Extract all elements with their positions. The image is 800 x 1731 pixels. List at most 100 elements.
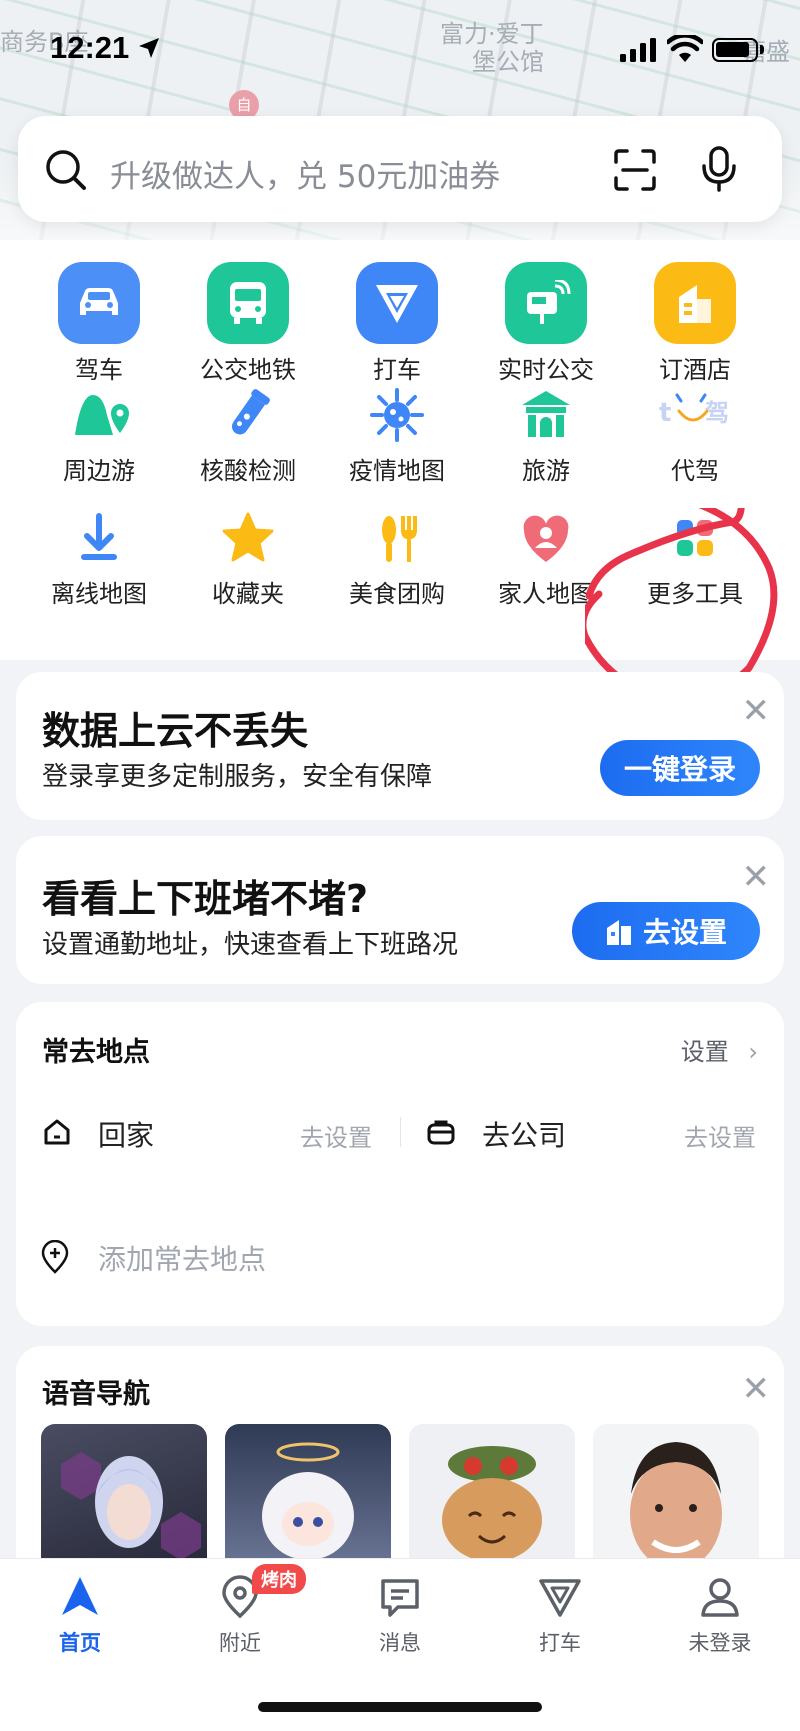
voice-avatar[interactable]	[41, 1424, 207, 1574]
grid-label: 代驾	[671, 457, 719, 485]
tab-profile[interactable]: 未登录	[660, 1575, 780, 1657]
battery-tip	[760, 45, 764, 54]
close-icon[interactable]: ✕	[742, 860, 771, 894]
test-tube-icon	[231, 389, 270, 435]
close-icon[interactable]: ✕	[742, 694, 771, 728]
settings-label: 设置	[680, 1038, 729, 1066]
home-indicator	[258, 1702, 542, 1712]
section-title: 语音导航	[42, 1379, 150, 1410]
home-icon	[44, 1119, 70, 1145]
tab-messages[interactable]: 消息	[340, 1575, 460, 1657]
add-location-icon	[41, 1240, 69, 1274]
grid-item-drive[interactable]: 驾车	[24, 262, 174, 385]
briefcase-icon	[427, 1120, 455, 1145]
realtime-bus-icon	[505, 262, 587, 344]
tab-label: 首页	[59, 1631, 101, 1655]
button-label: 去设置	[642, 916, 727, 949]
avatar-image	[630, 1442, 722, 1570]
microphone-icon[interactable]	[701, 146, 737, 192]
travel-icon	[522, 391, 570, 437]
favorites-settings-link[interactable]: 设置 ›	[681, 1032, 758, 1067]
scan-icon[interactable]	[613, 148, 657, 192]
grid-item-nearby-tour[interactable]: 周边游	[24, 385, 174, 486]
company-set-link[interactable]: 去设置	[684, 1118, 756, 1153]
grid-item-designated-driver[interactable]: t 驾 代驾	[620, 385, 770, 486]
grid-label: 疫情地图	[349, 457, 445, 485]
grid-item-travel[interactable]: 旅游	[471, 385, 621, 486]
frequent-places-card: 常去地点 设置 › 回家 去设置 去公司 去设置 添加常去地点	[16, 1002, 784, 1326]
grid-item-nucleic-test[interactable]: 核酸检测	[173, 385, 323, 486]
grid-item-bus-metro[interactable]: 公交地铁	[173, 262, 323, 385]
grid-label: 核酸检测	[200, 457, 296, 485]
card-title: 数据上云不丢失	[42, 709, 309, 753]
home-set-link[interactable]: 去设置	[300, 1118, 372, 1153]
nearby-tour-icon	[75, 395, 129, 435]
star-icon	[222, 512, 274, 562]
voice-avatar[interactable]	[409, 1424, 575, 1574]
grid-item-family-map[interactable]: 家人地图	[471, 508, 621, 609]
wifi-icon	[667, 35, 703, 62]
taxi-tab-icon	[539, 1579, 581, 1617]
user-icon	[701, 1578, 739, 1617]
grid-item-more-tools[interactable]: 更多工具	[620, 508, 770, 609]
grid-label: 美食团购	[349, 580, 445, 608]
company-label[interactable]: 去公司	[482, 1114, 566, 1154]
cloud-sync-card: 数据上云不丢失 登录享更多定制服务，安全有保障 ✕ 一键登录	[16, 672, 784, 820]
building-icon	[606, 920, 631, 945]
cellular-signal-icon	[620, 38, 656, 62]
download-icon	[81, 513, 117, 560]
go-settings-button[interactable]: 去设置	[572, 902, 760, 960]
one-click-login-button[interactable]: 一键登录	[600, 740, 760, 796]
svg-text:驾: 驾	[705, 399, 729, 427]
voice-avatar[interactable]	[225, 1424, 391, 1574]
status-bar: 12:21	[0, 0, 800, 100]
car-icon	[58, 262, 140, 344]
button-label: 一键登录	[623, 753, 736, 786]
battery-icon	[712, 38, 758, 62]
avatar-image	[262, 1442, 354, 1560]
card-title: 看看上下班堵不堵?	[42, 877, 369, 921]
grid-label: 更多工具	[647, 580, 743, 608]
avatar-image	[442, 1446, 542, 1562]
grid-item-hotel[interactable]: 订酒店	[620, 262, 770, 385]
grid-item-taxi[interactable]: 打车	[322, 262, 472, 385]
section-title: 常去地点	[42, 1037, 150, 1068]
grid-label: 公交地铁	[200, 356, 296, 384]
grid-item-offline-map[interactable]: 离线地图	[24, 508, 174, 609]
grid-label: 离线地图	[51, 580, 147, 608]
tab-label: 消息	[379, 1631, 421, 1655]
grid-label: 家人地图	[498, 580, 594, 608]
grid-label: 订酒店	[659, 356, 731, 384]
search-placeholder[interactable]: 升级做达人，兑 50元加油券	[110, 151, 500, 196]
divider	[400, 1117, 401, 1147]
taxi-icon	[356, 262, 438, 344]
search-bar[interactable]: 升级做达人，兑 50元加油券	[18, 116, 782, 222]
grid-label: 收藏夹	[212, 580, 284, 608]
chevron-right-icon: ›	[748, 1038, 758, 1066]
add-place-link[interactable]: 添加常去地点	[98, 1238, 266, 1278]
more-tools-icon	[677, 520, 713, 556]
card-subtitle: 登录享更多定制服务，安全有保障	[42, 762, 433, 792]
commute-card: 看看上下班堵不堵? 设置通勤地址，快速查看上下班路况 ✕ 去设置	[16, 836, 784, 984]
hotel-icon	[654, 262, 736, 344]
voice-avatar[interactable]	[593, 1424, 759, 1574]
tab-home[interactable]: 首页	[20, 1575, 140, 1657]
svg-text:t: t	[659, 398, 671, 428]
family-map-icon	[523, 515, 569, 562]
grid-item-realtime-bus[interactable]: 实时公交	[471, 262, 621, 385]
function-grid: 驾车 公交地铁 打车 实时公交 订酒店 周边游 核酸检测 疫情地图 旅游 t 驾…	[0, 240, 800, 660]
food-icon	[382, 516, 417, 562]
nearby-badge: 烤肉	[252, 1564, 306, 1594]
close-icon[interactable]: ✕	[742, 1372, 771, 1406]
grid-item-epidemic-map[interactable]: 疫情地图	[322, 385, 472, 486]
avatar-image	[61, 1452, 201, 1560]
grid-item-food-deals[interactable]: 美食团购	[322, 508, 472, 609]
grid-label: 驾车	[75, 356, 123, 384]
tab-taxi[interactable]: 打车	[500, 1575, 620, 1657]
tab-label: 打车	[539, 1631, 581, 1655]
grid-label: 打车	[373, 356, 421, 384]
tab-label: 未登录	[688, 1631, 752, 1655]
home-label[interactable]: 回家	[98, 1114, 154, 1154]
grid-item-favorites[interactable]: 收藏夹	[173, 508, 323, 609]
tab-label: 附近	[219, 1631, 261, 1655]
